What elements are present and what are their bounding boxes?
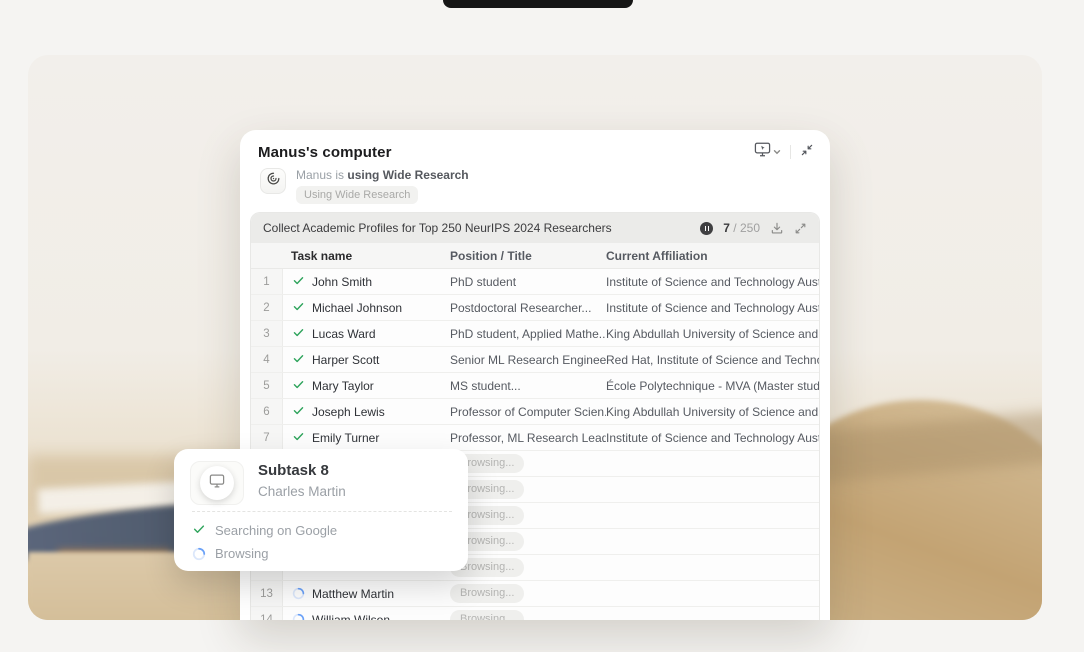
- subtask-icon-circle: [200, 466, 234, 500]
- wide-research-badge: Using Wide Research: [296, 186, 418, 204]
- manus-logo-tile: [260, 168, 286, 194]
- task-name: Matthew Martin: [312, 587, 394, 601]
- table-row[interactable]: 4 Harper Scott Senior ML Research Engine…: [251, 347, 819, 373]
- check-icon: [292, 430, 305, 446]
- check-icon: [192, 522, 206, 539]
- subtask-step: Browsing: [192, 542, 454, 565]
- table-row[interactable]: 13 Matthew Martin Browsing...: [251, 581, 819, 607]
- row-number: 2: [251, 295, 283, 320]
- subtask-step: Searching on Google: [192, 519, 454, 542]
- affiliation-text: Institute of Science and Technology Aust…: [606, 275, 819, 289]
- position-text: Postdoctoral Researcher...: [450, 301, 591, 315]
- spinner-icon: [292, 587, 305, 600]
- subtask-steps: Searching on Google Browsing: [192, 519, 454, 565]
- table-row[interactable]: 5 Mary Taylor MS student... École Polyte…: [251, 373, 819, 399]
- task-name: Michael Johnson: [312, 301, 402, 315]
- table-row[interactable]: 7 Emily Turner Professor, ML Research Le…: [251, 425, 819, 451]
- subtask-step-label: Browsing: [215, 546, 268, 561]
- spinner-icon: [192, 547, 206, 561]
- collapse-window-button[interactable]: [800, 143, 814, 162]
- row-number: 14: [251, 607, 283, 620]
- position-text: MS student...: [450, 379, 521, 393]
- row-number: 6: [251, 399, 283, 424]
- subtask-divider: [192, 511, 452, 512]
- chevron-down-icon: [773, 143, 781, 161]
- check-icon: [292, 378, 305, 394]
- display-select-button[interactable]: [754, 142, 781, 162]
- expand-button[interactable]: [794, 222, 807, 235]
- window-header: Manus's computer: [258, 142, 814, 162]
- task-name: Harper Scott: [312, 353, 379, 367]
- status-badge: Browsing...: [450, 584, 524, 602]
- download-button[interactable]: [770, 221, 784, 235]
- row-number: 13: [251, 581, 283, 606]
- affiliation-text: Red Hat, Institute of Science and Techno…: [606, 353, 819, 367]
- row-number: 1: [251, 269, 283, 294]
- position-text: PhD student, Applied Mathe...: [450, 327, 606, 341]
- agent-status-row: Manus is using Wide Research Using Wide …: [260, 168, 469, 204]
- subtask-person: Charles Martin: [258, 484, 346, 499]
- task-name: John Smith: [312, 275, 372, 289]
- table-row[interactable]: 6 Joseph Lewis Professor of Computer Sci…: [251, 399, 819, 425]
- task-name: William Wilson: [312, 613, 390, 621]
- task-name: Lucas Ward: [312, 327, 376, 341]
- position-text: PhD student: [450, 275, 516, 289]
- position-text: Professor, ML Research Lead...: [450, 431, 606, 445]
- panel-toolbar: Collect Academic Profiles for Top 250 Ne…: [251, 213, 819, 243]
- check-icon: [292, 300, 305, 316]
- task-name: Joseph Lewis: [312, 405, 385, 419]
- column-task-name: Task name: [283, 249, 450, 263]
- header-divider: [790, 145, 791, 159]
- manus-logo-icon: [266, 171, 281, 191]
- row-number: 7: [251, 425, 283, 450]
- table-row[interactable]: 14 William Wilson Browsing...: [251, 607, 819, 620]
- affiliation-text: Institute of Science and Technology Aust…: [606, 431, 819, 445]
- task-name: Mary Taylor: [312, 379, 374, 393]
- affiliation-text: École Polytechnique - MVA (Master studen…: [606, 379, 819, 393]
- table-row[interactable]: 3 Lucas Ward PhD student, Applied Mathe.…: [251, 321, 819, 347]
- check-icon: [292, 352, 305, 368]
- column-position: Position / Title: [450, 249, 606, 263]
- progress-counter: 7 / 250: [723, 221, 760, 235]
- affiliation-text: King Abdullah University of Science and …: [606, 327, 819, 341]
- table-row[interactable]: 2 Michael Johnson Postdoctoral Researche…: [251, 295, 819, 321]
- column-affiliation: Current Affiliation: [606, 249, 819, 263]
- check-icon: [292, 404, 305, 420]
- affiliation-text: King Abdullah University of Science and …: [606, 405, 819, 419]
- table-header: Task name Position / Title Current Affil…: [251, 243, 819, 269]
- position-text: Senior ML Research Engineer...: [450, 353, 606, 367]
- position-text: Professor of Computer Scien...: [450, 405, 606, 419]
- task-collection-title: Collect Academic Profiles for Top 250 Ne…: [263, 221, 612, 235]
- subtask-step-label: Searching on Google: [215, 523, 337, 538]
- check-icon: [292, 274, 305, 290]
- window-title: Manus's computer: [258, 144, 392, 161]
- agent-status-tool: using Wide Research: [347, 168, 468, 182]
- notch: [443, 0, 633, 8]
- subtask-card[interactable]: Subtask 8 Charles Martin Searching on Go…: [174, 449, 468, 571]
- screen: Manus's computer: [0, 0, 1084, 652]
- subtask-icon-tile: [190, 461, 244, 505]
- subtask-title: Subtask 8: [258, 462, 329, 479]
- status-badge: Browsing...: [450, 610, 524, 620]
- task-name: Emily Turner: [312, 431, 379, 445]
- spinner-icon: [292, 613, 305, 620]
- table-row[interactable]: 1 John Smith PhD student Institute of Sc…: [251, 269, 819, 295]
- check-icon: [292, 326, 305, 342]
- collapse-icon: [800, 143, 814, 162]
- pause-button[interactable]: [700, 222, 713, 235]
- agent-status-text: Manus is using Wide Research: [296, 168, 469, 182]
- row-number: 5: [251, 373, 283, 398]
- monitor-icon: [754, 142, 771, 162]
- row-number: 3: [251, 321, 283, 346]
- affiliation-text: Institute of Science and Technology Aust…: [606, 301, 819, 315]
- monitor-icon: [209, 474, 225, 493]
- row-number: 4: [251, 347, 283, 372]
